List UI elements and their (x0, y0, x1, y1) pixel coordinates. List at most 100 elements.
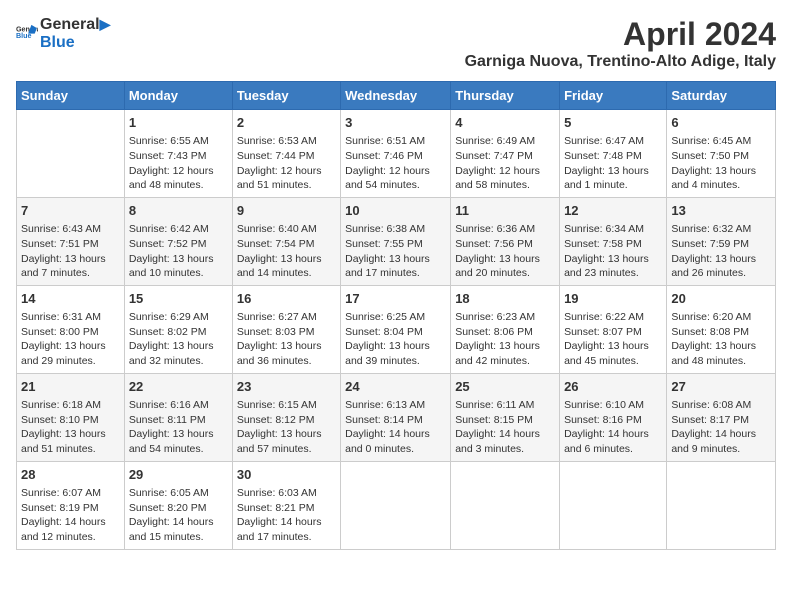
calendar-table: SundayMondayTuesdayWednesdayThursdayFrid… (16, 81, 776, 550)
day-number: 24 (345, 378, 446, 396)
calendar-cell: 9 Sunrise: 6:40 AM Sunset: 7:54 PM Daylig… (232, 197, 340, 285)
cell-content: Sunrise: 6:27 AM Sunset: 8:03 PM Dayligh… (237, 310, 336, 369)
day-number: 6 (671, 114, 771, 132)
cell-content: Sunrise: 6:49 AM Sunset: 7:47 PM Dayligh… (455, 134, 555, 193)
header: General Blue General▶ Blue April 2024 Ga… (16, 16, 776, 71)
day-number: 13 (671, 202, 771, 220)
calendar-cell: 18 Sunrise: 6:23 AM Sunset: 8:06 PM Dayli… (451, 285, 560, 373)
cell-content: Sunrise: 6:08 AM Sunset: 8:17 PM Dayligh… (671, 398, 771, 457)
logo: General Blue General▶ Blue (16, 16, 110, 52)
subtitle: Garniga Nuova, Trentino-Alto Adige, Ital… (465, 53, 776, 71)
calendar-cell: 21 Sunrise: 6:18 AM Sunset: 8:10 PM Dayli… (17, 373, 125, 461)
svg-text:Blue: Blue (16, 32, 32, 40)
calendar-cell: 10 Sunrise: 6:38 AM Sunset: 7:55 PM Dayli… (341, 197, 451, 285)
cell-content: Sunrise: 6:07 AM Sunset: 8:19 PM Dayligh… (21, 486, 120, 545)
calendar-cell: 17Sunrise: 6:25 AM Sunset: 8:04 PM Dayli… (341, 285, 451, 373)
header-sunday: Sunday (17, 82, 125, 110)
calendar-cell (341, 461, 451, 549)
calendar-cell: 24 Sunrise: 6:13 AM Sunset: 8:14 PM Dayli… (341, 373, 451, 461)
cell-content: Sunrise: 6:11 AM Sunset: 8:15 PM Dayligh… (455, 398, 555, 457)
cell-content: Sunrise: 6:47 AM Sunset: 7:48 PM Dayligh… (564, 134, 662, 193)
day-number: 14 (21, 290, 120, 308)
day-number: 9 (237, 202, 336, 220)
day-number: 21 (21, 378, 120, 396)
cell-content: Sunrise: 6:40 AM Sunset: 7:54 PM Dayligh… (237, 222, 336, 281)
cell-content: Sunrise: 6:05 AM Sunset: 8:20 PM Dayligh… (129, 486, 228, 545)
calendar-cell: 8 Sunrise: 6:42 AM Sunset: 7:52 PM Daylig… (124, 197, 232, 285)
calendar-cell: 5Sunrise: 6:47 AM Sunset: 7:48 PM Daylig… (560, 110, 667, 198)
header-friday: Friday (560, 82, 667, 110)
calendar-cell: 20 Sunrise: 6:20 AM Sunset: 8:08 PM Dayli… (667, 285, 776, 373)
calendar-header-row: SundayMondayTuesdayWednesdayThursdayFrid… (17, 82, 776, 110)
calendar-cell: 2Sunrise: 6:53 AM Sunset: 7:44 PM Daylig… (232, 110, 340, 198)
logo-text: General Blue (16, 21, 38, 48)
day-number: 11 (455, 202, 555, 220)
header-saturday: Saturday (667, 82, 776, 110)
calendar-cell: 28Sunrise: 6:07 AM Sunset: 8:19 PM Dayli… (17, 461, 125, 549)
calendar-cell: 29Sunrise: 6:05 AM Sunset: 8:20 PM Dayli… (124, 461, 232, 549)
calendar-cell: 13 Sunrise: 6:32 AM Sunset: 7:59 PM Dayli… (667, 197, 776, 285)
week-row-4: 21 Sunrise: 6:18 AM Sunset: 8:10 PM Dayli… (17, 373, 776, 461)
calendar-cell: 22Sunrise: 6:16 AM Sunset: 8:11 PM Dayli… (124, 373, 232, 461)
day-number: 25 (455, 378, 555, 396)
header-thursday: Thursday (451, 82, 560, 110)
calendar-cell (560, 461, 667, 549)
cell-content: Sunrise: 6:20 AM Sunset: 8:08 PM Dayligh… (671, 310, 771, 369)
day-number: 17 (345, 290, 446, 308)
week-row-3: 14Sunrise: 6:31 AM Sunset: 8:00 PM Dayli… (17, 285, 776, 373)
logo-general: General▶ (40, 16, 110, 34)
calendar-cell: 12 Sunrise: 6:34 AM Sunset: 7:58 PM Dayli… (560, 197, 667, 285)
calendar-cell: 19 Sunrise: 6:22 AM Sunset: 8:07 PM Dayli… (560, 285, 667, 373)
day-number: 4 (455, 114, 555, 132)
calendar-body: 1 Sunrise: 6:55 AM Sunset: 7:43 PM Daylig… (17, 110, 776, 550)
cell-content: Sunrise: 6:18 AM Sunset: 8:10 PM Dayligh… (21, 398, 120, 457)
calendar-cell (451, 461, 560, 549)
day-number: 18 (455, 290, 555, 308)
calendar-cell: 23 Sunrise: 6:15 AM Sunset: 8:12 PM Dayli… (232, 373, 340, 461)
day-number: 10 (345, 202, 446, 220)
cell-content: Sunrise: 6:34 AM Sunset: 7:58 PM Dayligh… (564, 222, 662, 281)
week-row-1: 1 Sunrise: 6:55 AM Sunset: 7:43 PM Daylig… (17, 110, 776, 198)
calendar-cell: 7Sunrise: 6:43 AM Sunset: 7:51 PM Daylig… (17, 197, 125, 285)
cell-content: Sunrise: 6:38 AM Sunset: 7:55 PM Dayligh… (345, 222, 446, 281)
day-number: 12 (564, 202, 662, 220)
calendar-cell: 15Sunrise: 6:29 AM Sunset: 8:02 PM Dayli… (124, 285, 232, 373)
cell-content: Sunrise: 6:13 AM Sunset: 8:14 PM Dayligh… (345, 398, 446, 457)
cell-content: Sunrise: 6:45 AM Sunset: 7:50 PM Dayligh… (671, 134, 771, 193)
cell-content: Sunrise: 6:22 AM Sunset: 8:07 PM Dayligh… (564, 310, 662, 369)
day-number: 2 (237, 114, 336, 132)
cell-content: Sunrise: 6:32 AM Sunset: 7:59 PM Dayligh… (671, 222, 771, 281)
cell-content: Sunrise: 6:16 AM Sunset: 8:11 PM Dayligh… (129, 398, 228, 457)
main-title: April 2024 (465, 16, 776, 53)
cell-content: Sunrise: 6:43 AM Sunset: 7:51 PM Dayligh… (21, 222, 120, 281)
cell-content: Sunrise: 6:36 AM Sunset: 7:56 PM Dayligh… (455, 222, 555, 281)
calendar-cell: 26Sunrise: 6:10 AM Sunset: 8:16 PM Dayli… (560, 373, 667, 461)
day-number: 20 (671, 290, 771, 308)
day-number: 19 (564, 290, 662, 308)
calendar-cell: 25 Sunrise: 6:11 AM Sunset: 8:15 PM Dayli… (451, 373, 560, 461)
calendar-cell (17, 110, 125, 198)
header-monday: Monday (124, 82, 232, 110)
header-wednesday: Wednesday (341, 82, 451, 110)
cell-content: Sunrise: 6:10 AM Sunset: 8:16 PM Dayligh… (564, 398, 662, 457)
cell-content: Sunrise: 6:42 AM Sunset: 7:52 PM Dayligh… (129, 222, 228, 281)
cell-content: Sunrise: 6:03 AM Sunset: 8:21 PM Dayligh… (237, 486, 336, 545)
calendar-cell: 4 Sunrise: 6:49 AM Sunset: 7:47 PM Daylig… (451, 110, 560, 198)
day-number: 23 (237, 378, 336, 396)
calendar-cell: 14Sunrise: 6:31 AM Sunset: 8:00 PM Dayli… (17, 285, 125, 373)
cell-content: Sunrise: 6:55 AM Sunset: 7:43 PM Dayligh… (129, 134, 228, 193)
logo-blue: Blue (40, 34, 110, 52)
calendar-cell: 6 Sunrise: 6:45 AM Sunset: 7:50 PM Daylig… (667, 110, 776, 198)
day-number: 16 (237, 290, 336, 308)
cell-content: Sunrise: 6:23 AM Sunset: 8:06 PM Dayligh… (455, 310, 555, 369)
week-row-2: 7Sunrise: 6:43 AM Sunset: 7:51 PM Daylig… (17, 197, 776, 285)
cell-content: Sunrise: 6:15 AM Sunset: 8:12 PM Dayligh… (237, 398, 336, 457)
calendar-cell: 11 Sunrise: 6:36 AM Sunset: 7:56 PM Dayli… (451, 197, 560, 285)
day-number: 1 (129, 114, 228, 132)
day-number: 8 (129, 202, 228, 220)
cell-content: Sunrise: 6:51 AM Sunset: 7:46 PM Dayligh… (345, 134, 446, 193)
calendar-cell (667, 461, 776, 549)
calendar-cell: 16 Sunrise: 6:27 AM Sunset: 8:03 PM Dayli… (232, 285, 340, 373)
cell-content: Sunrise: 6:29 AM Sunset: 8:02 PM Dayligh… (129, 310, 228, 369)
header-tuesday: Tuesday (232, 82, 340, 110)
